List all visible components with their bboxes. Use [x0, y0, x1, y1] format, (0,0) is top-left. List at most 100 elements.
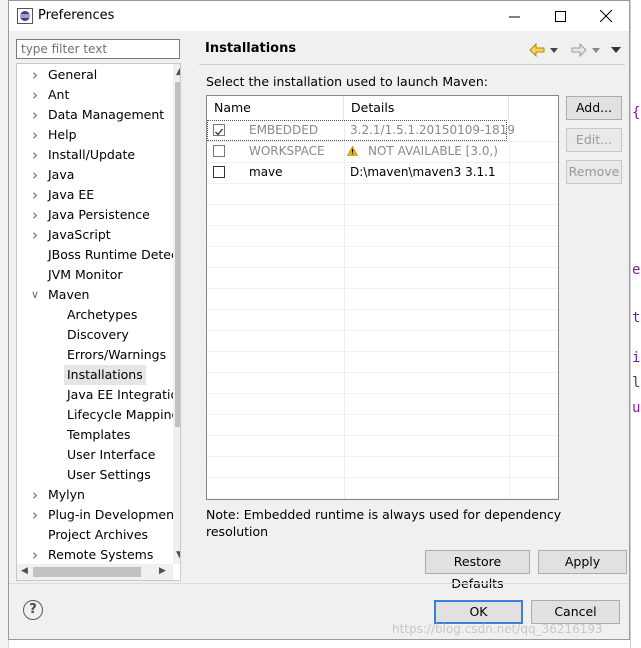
tree-item-label: Maven [48, 287, 90, 302]
tree-item-label: Ant [48, 87, 70, 102]
title-bar: Preferences [9, 1, 629, 31]
tree-item-label: Mylyn [48, 487, 85, 502]
forward-dropdown-icon[interactable] [592, 48, 600, 53]
installation-details: 3.2.1/1.5.1.20150109-1819 [350, 123, 515, 137]
embedded-runtime-note: Note: Embedded runtime is always used fo… [206, 507, 562, 539]
chevron-right-icon[interactable]: › [30, 225, 40, 245]
edit-button[interactable]: Edit... [566, 128, 622, 152]
filter-input[interactable] [16, 39, 180, 59]
ok-button[interactable]: OK [434, 600, 523, 624]
page-title: Installations [205, 41, 297, 56]
chevron-down-icon[interactable]: ∨ [30, 285, 40, 305]
tree-item-label: Errors/Warnings [67, 347, 167, 362]
back-dropdown-icon[interactable] [550, 48, 558, 53]
forward-arrow-icon[interactable] [571, 43, 587, 57]
tree-horizontal-scrollbar[interactable]: ◀ ▶ [17, 564, 173, 580]
installation-name: WORKSPACE [249, 144, 325, 158]
tree-item-help[interactable]: › Help [17, 125, 173, 145]
tree-item-discovery[interactable]: Discovery [17, 325, 173, 345]
background-editor-right: { e t i l u [630, 0, 641, 648]
tree-item-maven[interactable]: ∨ Maven [17, 285, 173, 305]
tree-item-java-persistence[interactable]: › Java Persistence [17, 205, 173, 225]
chevron-right-icon[interactable]: › [30, 205, 40, 225]
tree-item-user-settings[interactable]: User Settings [17, 465, 173, 485]
column-header-name[interactable]: Name [207, 96, 344, 120]
tree-item-label: User Interface [67, 447, 156, 462]
add-button[interactable]: Add... [566, 96, 622, 120]
back-arrow-icon[interactable] [529, 43, 545, 57]
scroll-right-icon[interactable]: ▶ [159, 566, 166, 576]
tree-item-label: Discovery [67, 327, 129, 342]
chevron-right-icon[interactable]: › [30, 165, 40, 185]
scroll-left-icon[interactable]: ◀ [21, 566, 28, 576]
installation-details: D:\maven\maven3 3.1.1 [350, 165, 496, 179]
tree-horizontal-thumb[interactable] [33, 567, 141, 577]
tree-item-templates[interactable]: Templates [17, 425, 173, 445]
tree-item-ant[interactable]: › Ant [17, 85, 173, 105]
tree-item-label: Plug-in Development [48, 507, 179, 522]
remove-button[interactable]: Remove [566, 160, 622, 184]
tree-item-mylyn[interactable]: › Mylyn [17, 485, 173, 505]
table-row[interactable]: WORKSPACE NOT AVAILABLE [3.0,) [207, 141, 558, 162]
footer-separator [9, 583, 629, 584]
preferences-tree: › General › Ant › Data Management › Help › Instal… [16, 63, 181, 581]
tree-item-data-management[interactable]: › Data Management [17, 105, 173, 125]
tree-vertical-thumb[interactable] [175, 82, 180, 427]
minimize-icon [508, 16, 520, 17]
installation-checkbox[interactable] [213, 145, 225, 157]
installation-name: mave [249, 165, 283, 179]
tree-item-javascript[interactable]: › JavaScript [17, 225, 173, 245]
tree-item-archetypes[interactable]: Archetypes [17, 305, 173, 325]
chevron-right-icon[interactable]: › [30, 65, 40, 85]
scroll-up-icon[interactable]: ▲ [176, 67, 180, 77]
tree-item-errors-warnings[interactable]: Errors/Warnings [17, 345, 173, 365]
tree-item-label: User Settings [67, 467, 151, 482]
tree-item-java-ee-integratio[interactable]: Java EE Integratio [17, 385, 178, 405]
tree-item-java[interactable]: › Java [17, 165, 173, 185]
chevron-right-icon[interactable]: › [30, 505, 40, 525]
chevron-right-icon[interactable]: › [30, 485, 40, 505]
chevron-right-icon[interactable]: › [30, 125, 40, 145]
close-button[interactable] [583, 1, 629, 31]
tree-vertical-scrollbar[interactable]: ▲ ▼ [173, 64, 180, 564]
table-row[interactable]: EMBEDDED 3.2.1/1.5.1.20150109-1819 [207, 120, 515, 141]
tree-item-label: Archetypes [67, 307, 138, 322]
apply-button[interactable]: Apply [538, 550, 627, 574]
chevron-right-icon[interactable]: › [30, 145, 40, 165]
installation-name: EMBEDDED [249, 123, 319, 137]
tree-item-jvm-monitor[interactable]: JVM Monitor [17, 265, 173, 285]
table-row[interactable]: mave D:\maven\maven3 3.1.1 [207, 162, 558, 183]
tree-item-label: Java EE [48, 187, 95, 202]
column-header-details[interactable]: Details [344, 96, 509, 120]
tree-item-user-interface[interactable]: User Interface [17, 445, 173, 465]
tree-item-label: JBoss Runtime Detect [48, 247, 181, 262]
installation-checkbox[interactable] [213, 166, 225, 178]
installation-checkbox[interactable] [213, 124, 225, 136]
cancel-button[interactable]: Cancel [531, 600, 620, 624]
help-icon[interactable]: ? [23, 600, 43, 620]
tree-item-java-ee[interactable]: › Java EE [17, 185, 173, 205]
view-menu-icon[interactable] [611, 47, 621, 53]
warning-icon [347, 146, 358, 156]
chevron-right-icon[interactable]: › [30, 105, 40, 125]
tree-item-install-update[interactable]: › Install/Update [17, 145, 173, 165]
minimize-button[interactable] [491, 1, 537, 31]
maximize-button[interactable] [537, 1, 583, 31]
tree-item-label: Install/Update [48, 147, 136, 162]
tree-item-remote-systems[interactable]: › Remote Systems [17, 545, 173, 565]
tree-item-general[interactable]: › General [17, 65, 173, 85]
tree-item-lifecycle-mapping[interactable]: Lifecycle Mapping [17, 405, 179, 425]
tree-item-label: Remote Systems [48, 547, 154, 562]
watermark: https://blog.csdn.net/qq_36216193 [392, 622, 603, 636]
tree-item-label: General [48, 67, 98, 82]
tree-item-jboss-runtime-detect[interactable]: JBoss Runtime Detect [17, 245, 180, 265]
chevron-right-icon[interactable]: › [30, 185, 40, 205]
tree-item-plug-in-development[interactable]: › Plug-in Development [17, 505, 179, 525]
tree-item-project-archives[interactable]: Project Archives [17, 525, 173, 545]
checkmark-icon [215, 128, 224, 136]
chevron-right-icon[interactable]: › [30, 545, 40, 565]
restore-defaults-button[interactable]: Restore Defaults [425, 550, 530, 591]
scroll-down-icon[interactable]: ▼ [176, 550, 180, 560]
chevron-right-icon[interactable]: › [30, 85, 40, 105]
tree-item-installations[interactable]: Installations [17, 365, 173, 385]
